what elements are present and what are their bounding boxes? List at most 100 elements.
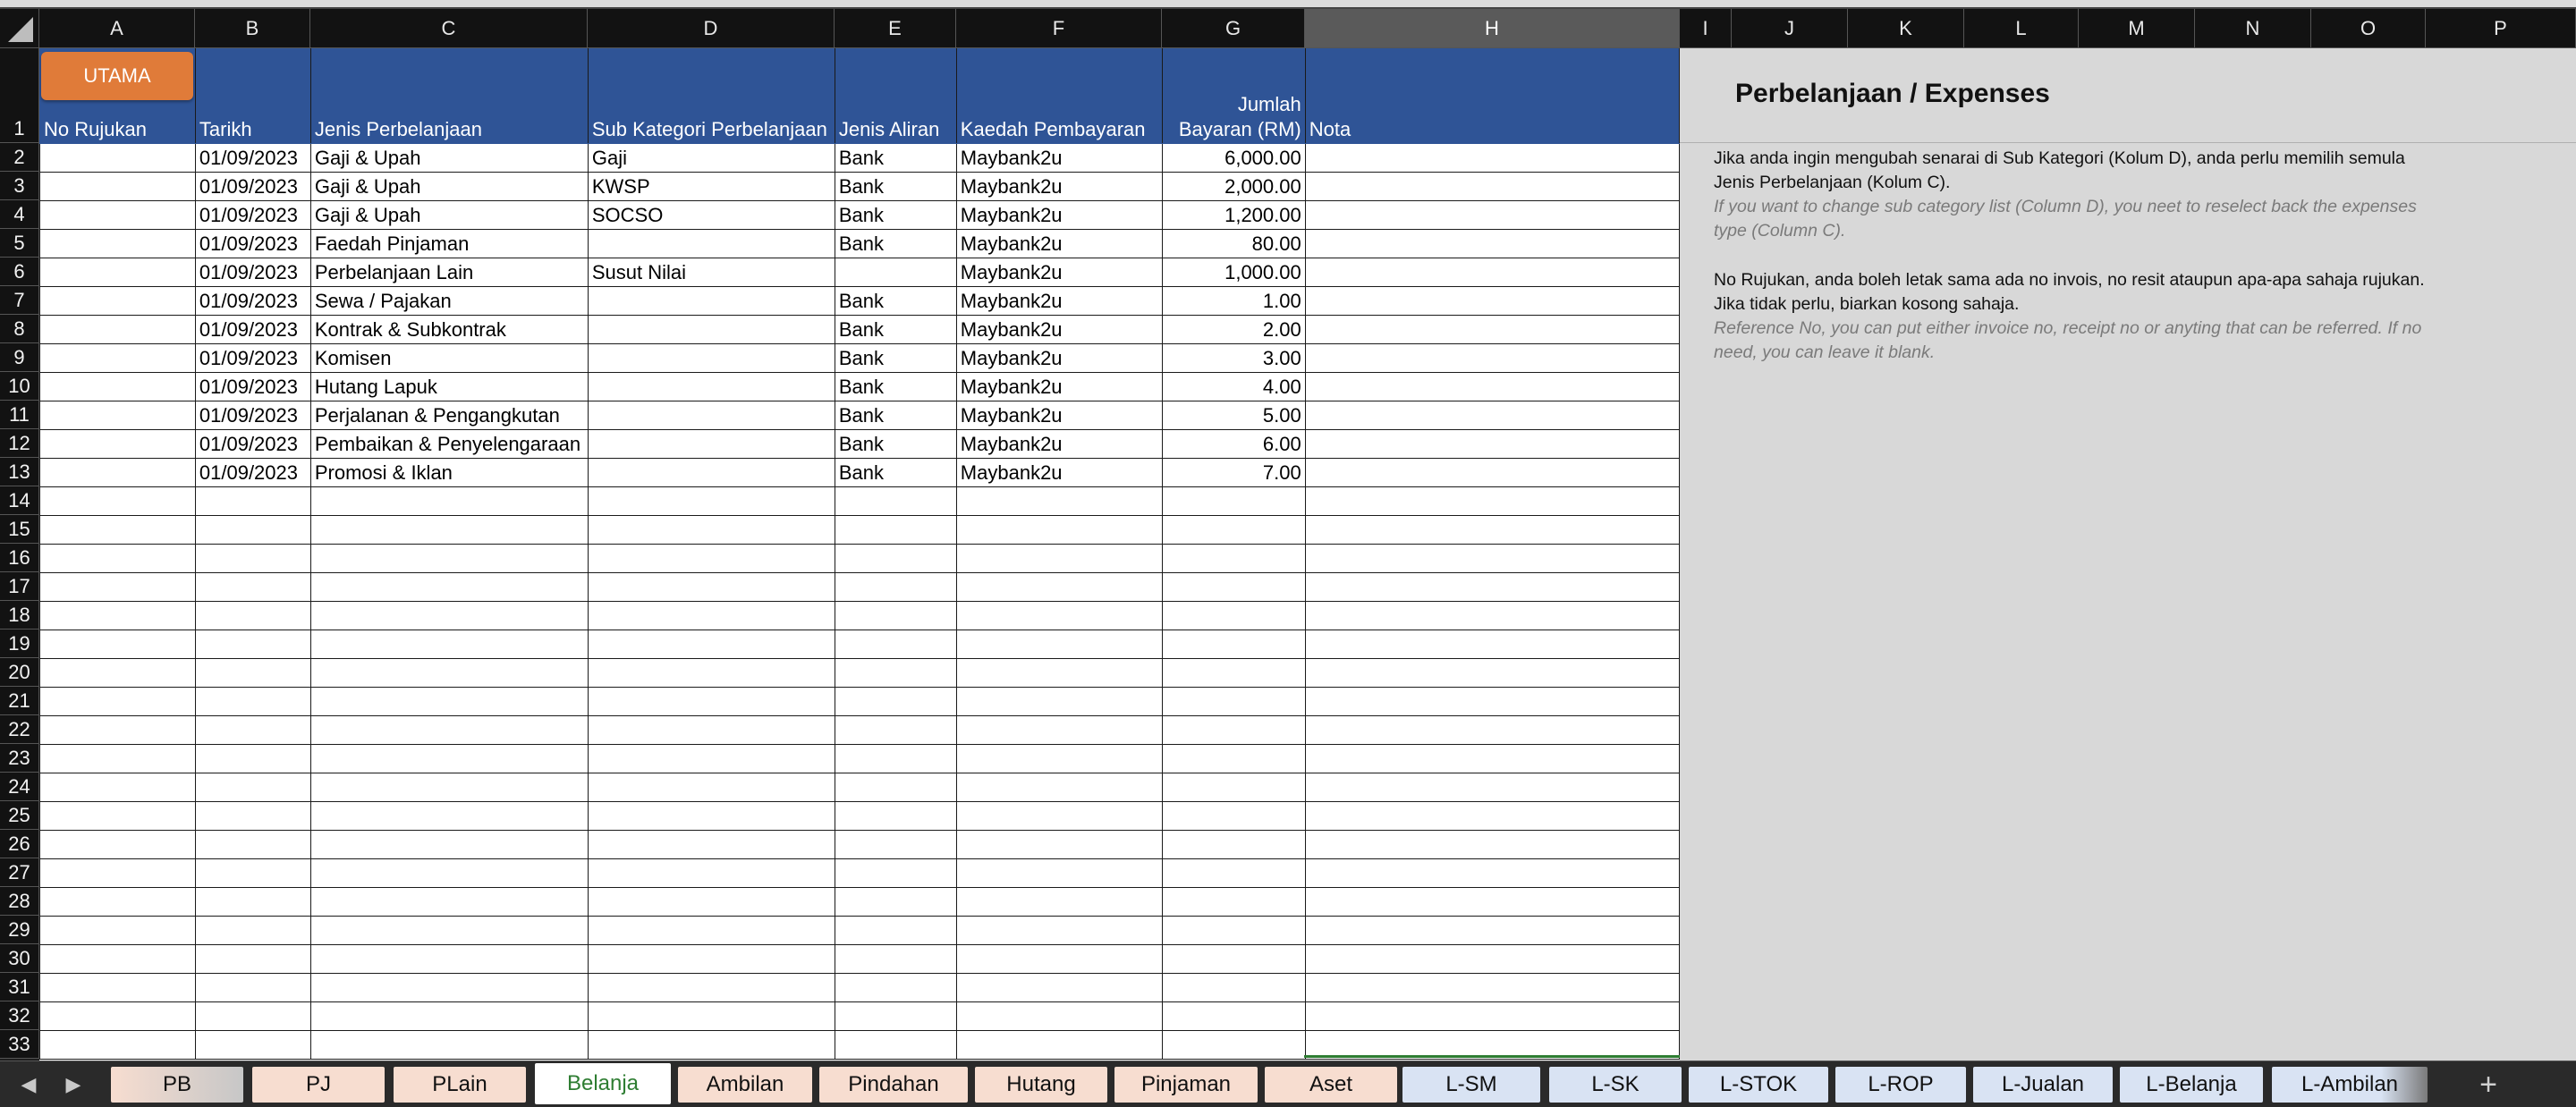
cell-e[interactable] — [834, 515, 957, 545]
column-header-i[interactable]: I — [1680, 9, 1732, 48]
cell-b[interactable] — [194, 630, 311, 659]
cell-e[interactable] — [834, 658, 957, 688]
cell-d[interactable] — [587, 515, 835, 545]
cell-c[interactable]: Sewa / Pajakan — [309, 286, 589, 316]
row-number[interactable]: 6 — [0, 258, 39, 286]
cell-e[interactable] — [834, 887, 957, 917]
cell-g[interactable] — [1161, 544, 1306, 573]
cell-a[interactable] — [39, 458, 196, 487]
cell-f[interactable] — [955, 916, 1163, 945]
cell-f[interactable]: Maybank2u — [955, 172, 1163, 201]
cell-b[interactable] — [194, 944, 311, 974]
row-number[interactable]: 9 — [0, 343, 39, 372]
cell-c[interactable]: Gaji & Upah — [309, 200, 589, 230]
cell-b[interactable] — [194, 687, 311, 716]
row-number[interactable]: 3 — [0, 172, 39, 200]
cell-a[interactable] — [39, 544, 196, 573]
cell-c[interactable] — [309, 773, 589, 802]
cell-f[interactable] — [955, 801, 1163, 831]
cell-e[interactable] — [834, 258, 957, 287]
cell-h[interactable] — [1304, 601, 1680, 630]
cell-h[interactable] — [1304, 973, 1680, 1002]
cell-g[interactable] — [1161, 744, 1306, 773]
column-header-e[interactable]: E — [835, 9, 956, 48]
cell-b[interactable] — [194, 572, 311, 602]
cell-d[interactable] — [587, 687, 835, 716]
cell-g[interactable]: 2,000.00 — [1161, 172, 1306, 201]
cell-d[interactable] — [587, 916, 835, 945]
cell-h[interactable] — [1304, 858, 1680, 888]
cell-h[interactable] — [1304, 687, 1680, 716]
column-header-d[interactable]: D — [588, 9, 835, 48]
cell-c[interactable] — [309, 1001, 589, 1031]
row-number[interactable]: 17 — [0, 572, 39, 601]
cell-a[interactable] — [39, 801, 196, 831]
cell-f[interactable] — [955, 1001, 1163, 1031]
cell-g[interactable] — [1161, 944, 1306, 974]
cell-g[interactable] — [1161, 630, 1306, 659]
sheet-tab[interactable]: Ambilan — [678, 1067, 812, 1103]
cell-b[interactable] — [194, 830, 311, 859]
cell-a[interactable] — [39, 916, 196, 945]
cell-h[interactable] — [1304, 200, 1680, 230]
cell-e[interactable] — [834, 601, 957, 630]
cell-h[interactable] — [1304, 258, 1680, 287]
cell-h[interactable] — [1304, 887, 1680, 917]
cell-e[interactable] — [834, 715, 957, 745]
cell-d[interactable] — [587, 1001, 835, 1031]
cell-c[interactable] — [309, 973, 589, 1002]
cell-f[interactable]: Maybank2u — [955, 372, 1163, 401]
cell-c[interactable]: Perjalanan & Pengangkutan — [309, 401, 589, 430]
row-number[interactable]: 21 — [0, 687, 39, 715]
cell-b[interactable]: 01/09/2023 — [194, 258, 311, 287]
sheet-tab[interactable]: L-Belanja — [2120, 1067, 2263, 1103]
cell-g[interactable]: 6,000.00 — [1161, 143, 1306, 173]
cell-b[interactable] — [194, 515, 311, 545]
select-all-corner[interactable] — [0, 9, 39, 48]
cell-c[interactable] — [309, 601, 589, 630]
cell-f[interactable] — [955, 830, 1163, 859]
cell-e[interactable] — [834, 773, 957, 802]
cell-f[interactable] — [955, 944, 1163, 974]
cell-f[interactable]: Maybank2u — [955, 200, 1163, 230]
cell-b[interactable] — [194, 973, 311, 1002]
cell-b[interactable] — [194, 858, 311, 888]
sheet-tab[interactable]: L-Ambilan — [2272, 1067, 2428, 1103]
cell-h[interactable] — [1304, 916, 1680, 945]
cell-g[interactable]: 6.00 — [1161, 429, 1306, 459]
cell-h[interactable] — [1304, 744, 1680, 773]
cell-a[interactable] — [39, 515, 196, 545]
cell-g[interactable] — [1161, 858, 1306, 888]
cell-e[interactable] — [834, 1030, 957, 1060]
cell-g[interactable] — [1161, 486, 1306, 516]
row-number[interactable]: 7 — [0, 286, 39, 315]
cell-d[interactable] — [587, 601, 835, 630]
cell-c[interactable] — [309, 486, 589, 516]
cell-a[interactable] — [39, 372, 196, 401]
cell-h[interactable] — [1304, 343, 1680, 373]
column-header-b[interactable]: B — [195, 9, 310, 48]
sheet-tab[interactable]: PLain — [394, 1067, 526, 1103]
column-header-n[interactable]: N — [2195, 9, 2311, 48]
cell-d[interactable] — [587, 343, 835, 373]
cell-e[interactable] — [834, 544, 957, 573]
cell-g[interactable]: 5.00 — [1161, 401, 1306, 430]
sheet-tab[interactable]: L-STOK — [1689, 1067, 1828, 1103]
cell-g[interactable] — [1161, 515, 1306, 545]
cell-b[interactable] — [194, 1030, 311, 1060]
cell-f[interactable] — [955, 973, 1163, 1002]
cell-f[interactable]: Maybank2u — [955, 458, 1163, 487]
cell-d[interactable] — [587, 944, 835, 974]
cell-g[interactable]: 4.00 — [1161, 372, 1306, 401]
cell-b[interactable]: 01/09/2023 — [194, 172, 311, 201]
cell-e[interactable] — [834, 744, 957, 773]
cell-c[interactable]: Faedah Pinjaman — [309, 229, 589, 258]
cell-g[interactable] — [1161, 572, 1306, 602]
cell-a[interactable] — [39, 744, 196, 773]
cell-d[interactable] — [587, 572, 835, 602]
column-header-k[interactable]: K — [1848, 9, 1964, 48]
triangle-left-icon[interactable]: ◀ — [18, 1073, 39, 1095]
sheet-tab[interactable]: L-Jualan — [1973, 1067, 2113, 1103]
cell-f[interactable]: Maybank2u — [955, 229, 1163, 258]
cell-a[interactable] — [39, 572, 196, 602]
